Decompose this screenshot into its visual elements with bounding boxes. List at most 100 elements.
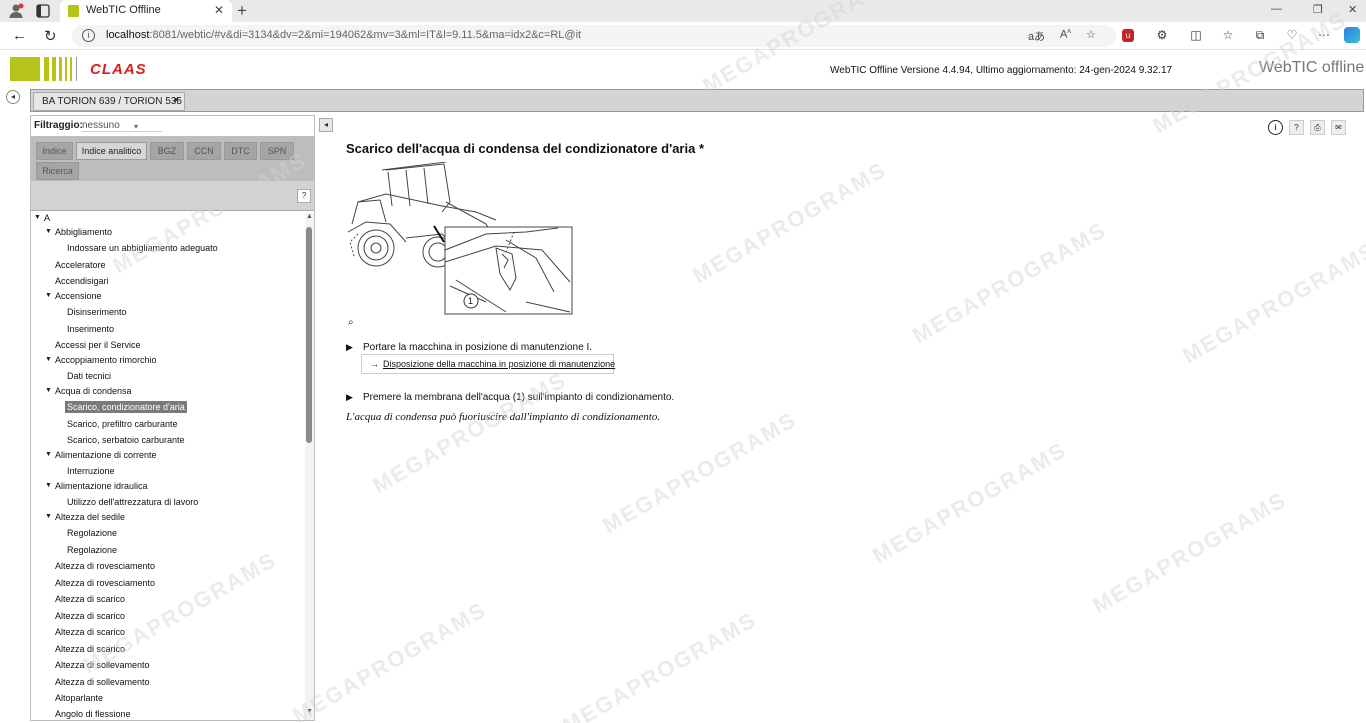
tree-item[interactable]: Regolazione	[67, 528, 117, 538]
tree-item[interactable]: Inserimento	[67, 324, 114, 334]
site-info-icon[interactable]: i	[82, 29, 95, 42]
tree-item[interactable]: Altoparlante	[55, 693, 103, 703]
tree-item[interactable]: Indossare un abbigliamento adeguato	[67, 243, 218, 253]
tree-toolbar: ?	[31, 181, 314, 211]
tree-item[interactable]: Altezza di rovesciamento	[55, 578, 155, 588]
collapse-panel-icon[interactable]: ◂	[319, 118, 333, 132]
favorites-icon[interactable]: ☆	[1220, 27, 1236, 43]
tree-item[interactable]: Alimentazione idraulica	[55, 481, 148, 491]
chevron-down-icon[interactable]: ▾	[134, 122, 138, 131]
collapse-left-icon[interactable]: ◂	[6, 90, 20, 104]
tab-bgz[interactable]: BGZ	[150, 142, 184, 160]
tree-item[interactable]: Altezza di scarico	[55, 594, 125, 604]
info-icon[interactable]: i	[1268, 120, 1283, 135]
tree-item[interactable]: Accessi per il Service	[55, 340, 141, 350]
tree-item[interactable]: Abbigliamento	[55, 227, 112, 237]
document-tab[interactable]: BA TORION 639 / TORION 535 ×	[33, 92, 185, 111]
tree-item[interactable]: Altezza del sedile	[55, 512, 125, 522]
tree-item[interactable]: Scarico, prefiltro carburante	[67, 419, 178, 429]
tree-item[interactable]: Altezza di scarico	[55, 627, 125, 637]
help-icon[interactable]: ?	[297, 189, 311, 203]
tree-item[interactable]: Alimentazione di corrente	[55, 450, 157, 460]
tree-item[interactable]: Altezza di rovesciamento	[55, 561, 155, 571]
tree-item[interactable]: Angolo di flessione	[55, 709, 131, 719]
watermark: MEGAPROGRAMS	[908, 216, 1111, 349]
watermark: MEGAPROGRAMS	[368, 366, 571, 499]
tree-item[interactable]: Regolazione	[67, 545, 117, 555]
expand-triangle-icon[interactable]: ▼	[45, 513, 52, 520]
tab-ricerca[interactable]: Ricerca	[36, 162, 79, 180]
tree-item[interactable]: Disinserimento	[67, 307, 127, 317]
tree-item[interactable]: Altezza di scarico	[55, 644, 125, 654]
restore-icon[interactable]: ❐	[1313, 3, 1323, 16]
help-icon[interactable]: ?	[1289, 120, 1304, 135]
tree-item[interactable]: Acqua di condensa	[55, 386, 132, 396]
reload-icon[interactable]: ↻	[44, 27, 57, 45]
watermark: MEGAPROGRAMS	[288, 596, 491, 723]
version-info: WebTIC Offline Versione 4.4.94, Ultimo a…	[830, 65, 1173, 76]
tab-ccn[interactable]: CCN	[187, 142, 221, 160]
translate-icon[interactable]: аあ	[1028, 28, 1045, 44]
tree-item[interactable]: Accoppiamento rimorchio	[55, 355, 157, 365]
cross-reference-link[interactable]: Disposizione della macchina in posizione…	[383, 359, 615, 369]
scroll-up-icon[interactable]: ▲	[305, 213, 314, 220]
ublock-icon[interactable]: u	[1122, 29, 1134, 42]
new-tab-icon[interactable]: +	[237, 1, 247, 21]
url-field[interactable]: i localhost:8081/webtic/#v&di=3134&dv=2&…	[72, 25, 1116, 47]
email-icon[interactable]: ✉	[1331, 120, 1346, 135]
watermark: MEGAPROGRAMS	[598, 406, 801, 539]
tree-item[interactable]: Accendisigari	[55, 276, 109, 286]
collections-icon[interactable]: ⧉	[1252, 27, 1268, 43]
expand-triangle-icon[interactable]: ▼	[45, 228, 52, 235]
expand-triangle-icon[interactable]: ▼	[34, 214, 41, 221]
expand-triangle-icon[interactable]: ▼	[45, 356, 52, 363]
nav-tabs: Indice Indice analitico BGZ CCN DTC SPN …	[31, 136, 314, 181]
minimize-icon[interactable]: —	[1271, 3, 1282, 15]
browser-tab-title: WebTIC Offline	[86, 4, 161, 16]
expand-triangle-icon[interactable]: ▼	[45, 451, 52, 458]
more-menu-icon[interactable]: ⋯	[1316, 27, 1332, 43]
cross-reference-box[interactable]: → Disposizione della macchina in posizio…	[361, 354, 615, 374]
tree-item[interactable]: Accensione	[55, 291, 102, 301]
favorite-star-icon[interactable]: ☆	[1086, 28, 1096, 41]
tab-indice[interactable]: Indice	[36, 142, 73, 160]
read-aloud-icon[interactable]: Aʌ	[1060, 28, 1071, 41]
tree-item[interactable]: Altezza di sollevamento	[55, 677, 150, 687]
print-icon[interactable]: ⎙	[1310, 120, 1325, 135]
tree-item[interactable]: Altezza di sollevamento	[55, 660, 150, 670]
tree-item[interactable]: Utilizzo dell'attrezzatura di lavoro	[67, 497, 198, 507]
tab-spn[interactable]: SPN	[260, 142, 294, 160]
tree-item[interactable]: Interruzione	[67, 466, 115, 476]
profile-icon[interactable]	[8, 3, 24, 19]
copilot-icon[interactable]	[1344, 27, 1360, 43]
tab-indice-analitico[interactable]: Indice analitico	[76, 142, 147, 160]
browser-essentials-icon[interactable]: ♡	[1284, 27, 1300, 43]
tree-scrollbar[interactable]: ▲ ▼	[305, 213, 314, 720]
step-bullet-icon: ▶	[346, 342, 353, 352]
scroll-down-icon[interactable]: ▼	[305, 708, 314, 715]
tree-item[interactable]: Scarico, serbatoio carburante	[67, 435, 185, 445]
tree-item[interactable]: Dati tecnici	[67, 371, 111, 381]
split-screen-icon[interactable]: ◫	[1188, 27, 1204, 43]
scrollbar-thumb[interactable]	[306, 227, 312, 443]
tree-item[interactable]: Altezza di scarico	[55, 611, 125, 621]
tab-actions-icon[interactable]	[36, 4, 50, 18]
tree-item[interactable]: A	[44, 213, 50, 223]
tab-dtc[interactable]: DTC	[224, 142, 257, 160]
back-arrow-icon[interactable]: ←	[12, 27, 27, 44]
expand-triangle-icon[interactable]: ▼	[45, 292, 52, 299]
close-tab-icon[interactable]: ✕	[214, 3, 224, 17]
expand-triangle-icon[interactable]: ▼	[45, 387, 52, 394]
document-tab-bar: BA TORION 639 / TORION 535 ×	[30, 89, 1364, 112]
close-document-icon[interactable]: ×	[173, 95, 179, 106]
filter-select[interactable]: nessuno	[82, 120, 162, 132]
zoom-magnifier-icon[interactable]: ⌕	[348, 317, 354, 328]
close-window-icon[interactable]: ✕	[1348, 3, 1357, 16]
left-panel: Filtraggio: nessuno ▾ Indice Indice anal…	[30, 115, 315, 721]
expand-triangle-icon[interactable]: ▼	[45, 482, 52, 489]
browser-tab[interactable]: WebTIC Offline ✕	[60, 0, 232, 22]
extensions-icon[interactable]: ⚙	[1154, 27, 1170, 43]
tree-item[interactable]: Acceleratore	[55, 260, 106, 270]
tree-item-selected[interactable]: Scarico, condizionatore d'aria	[65, 401, 187, 413]
machine-figure[interactable]: 1	[346, 162, 576, 318]
